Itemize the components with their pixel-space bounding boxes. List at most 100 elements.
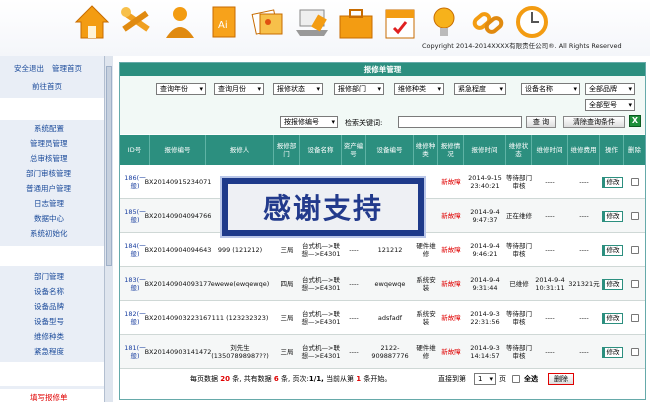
cell-repair-no: BX20140904094643 [144, 246, 212, 254]
home-icon[interactable] [72, 2, 112, 42]
cell-device-no: 121212 [377, 246, 403, 254]
cell-cost: ---- [579, 178, 589, 186]
repair-type-select[interactable]: 维修种类 [394, 83, 444, 95]
col-person[interactable]: 报修人 [206, 135, 274, 165]
row-checkbox[interactable] [630, 348, 639, 356]
panel-title: 报修单管理 [120, 63, 645, 76]
col-repair-status[interactable]: 报修情况 [438, 135, 464, 165]
goto-page-select[interactable]: 1 [474, 373, 496, 385]
dept-select[interactable]: 报修部门 [334, 83, 384, 95]
col-id[interactable]: ID号 [120, 135, 150, 165]
col-dept[interactable]: 报修部门 [274, 135, 300, 165]
briefcase-icon[interactable] [336, 2, 376, 42]
col-maint-status[interactable]: 维修状态 [506, 135, 532, 165]
cell-repair-status: 新故障 [441, 178, 461, 186]
edit-button[interactable]: 修改 [601, 210, 623, 222]
col-repair-no[interactable]: 报修编号 [150, 135, 206, 165]
sidebar-item-system-config[interactable]: 系统配置 [34, 123, 64, 134]
edit-button[interactable]: 修改 [601, 346, 623, 358]
row-checkbox[interactable] [630, 178, 639, 186]
logout-link[interactable]: 安全退出 [14, 63, 44, 74]
cell-cost: ---- [579, 212, 589, 220]
edit-button[interactable]: 修改 [601, 244, 623, 256]
link-icon[interactable] [468, 2, 508, 42]
goto-suffix: 页 [499, 375, 506, 383]
cell-device-no: 2122-909887776 [371, 344, 409, 360]
col-repair-type[interactable]: 维修种类 [414, 135, 438, 165]
delete-button[interactable]: 删除 [548, 373, 574, 385]
sidebar-item-device-brand[interactable]: 设备品牌 [34, 301, 64, 312]
row-checkbox[interactable] [630, 212, 639, 220]
month-select[interactable]: 查询月份 [214, 83, 264, 95]
cell-asset: ---- [349, 314, 359, 322]
clear-filters-button[interactable]: 清除查询条件 [563, 116, 625, 128]
sidebar-item-system-init[interactable]: 系统初始化 [30, 228, 68, 239]
table-row: 183(一般) BX20140904093177 ewewe(ewqewqe) 四局台… [120, 267, 645, 301]
overlay-inner: 感谢支持 [228, 184, 418, 230]
edit-button[interactable]: 修改 [601, 176, 623, 188]
tools-icon[interactable] [116, 2, 156, 42]
laptop-icon[interactable] [292, 2, 332, 42]
clock-icon[interactable] [512, 2, 552, 42]
sidebar-item-device-model[interactable]: 设备型号 [34, 316, 64, 327]
sidebar-item-repair-type[interactable]: 维修种类 [34, 331, 64, 342]
lightbulb-icon[interactable] [424, 2, 464, 42]
front-home-link[interactable]: 前往首页 [32, 81, 62, 92]
excel-export-icon[interactable]: X [629, 115, 641, 127]
sidebar-item-chief-review[interactable]: 总审核管理 [30, 153, 68, 164]
col-asset[interactable]: 资产编号 [342, 135, 366, 165]
admin-home-link[interactable]: 管理首页 [52, 63, 82, 74]
sidebar-item-log-manage[interactable]: 日志管理 [34, 198, 64, 209]
calendar-icon[interactable] [380, 2, 420, 42]
table-header: ID号 报修编号 报修人 报修部门 设备名称 资产编号 设备编号 维修种类 报修… [120, 135, 645, 165]
sidebar-divider [0, 98, 104, 120]
goto-label: 直接到第 [438, 375, 466, 383]
cell-repair-no: BX20140903141472 [144, 348, 212, 356]
row-checkbox[interactable] [630, 280, 639, 288]
cell-repair-status: 新故障 [441, 280, 461, 288]
photos-icon[interactable] [248, 2, 288, 42]
repair-no-select[interactable]: 按报修编号 [280, 116, 338, 128]
edit-button[interactable]: 修改 [601, 312, 623, 324]
cell-person: 刘先生 (13507898987??) [211, 344, 269, 360]
sidebar-item-data-center[interactable]: 数据中心 [34, 213, 64, 224]
search-button[interactable]: 查 询 [526, 116, 556, 128]
sidebar-scrollbar[interactable] [104, 56, 113, 402]
col-cost[interactable]: 维修费用 [568, 135, 600, 165]
sidebar-item-urgency[interactable]: 紧急程度 [34, 346, 64, 357]
row-checkbox[interactable] [630, 314, 639, 322]
sidebar-item-dept-review[interactable]: 部门审核管理 [26, 168, 71, 179]
user-icon[interactable] [160, 2, 200, 42]
device-name-select[interactable]: 设备名称 [521, 83, 580, 95]
sidebar-item-dept-manage[interactable]: 部门管理 [34, 271, 64, 282]
top-icon-bar: Ai [72, 2, 556, 44]
cell-device-no: ewqewqe [374, 280, 406, 288]
year-select[interactable]: 查询年份 [156, 83, 206, 95]
sidebar-item-user-manage[interactable]: 普通用户管理 [26, 183, 71, 194]
cell-maint-status: 已维修 [509, 280, 529, 288]
document-icon[interactable]: Ai [204, 2, 244, 42]
scrollbar-thumb[interactable] [106, 66, 112, 266]
keyword-label: 检索关键词: [345, 119, 383, 127]
col-maint-time[interactable]: 维修时间 [532, 135, 568, 165]
urgency-select[interactable]: 紧急程度 [454, 83, 506, 95]
cell-repair-type: 系统安装 [416, 276, 436, 292]
col-repair-time[interactable]: 报修时间 [464, 135, 506, 165]
cell-asset: ---- [349, 246, 359, 254]
sidebar-item-fill-repair[interactable]: 填写报修单 [30, 392, 68, 403]
cell-repair-no: BX20140903223167 [144, 314, 212, 322]
model-select[interactable]: 全部型号 [585, 99, 635, 111]
select-all-label: 全选 [524, 375, 538, 383]
sidebar-item-admin-manage[interactable]: 管理员管理 [30, 138, 68, 149]
row-checkbox[interactable] [630, 246, 639, 254]
status-select[interactable]: 报修状态 [273, 83, 323, 95]
sidebar-item-device-name[interactable]: 设备名称 [34, 286, 64, 297]
sidebar: 安全退出 管理首页 前往首页 系统配置 管理员管理 总审核管理 部门审核管理 普… [0, 56, 113, 402]
brand-select[interactable]: 全部品牌 [585, 83, 635, 95]
col-device[interactable]: 设备名称 [300, 135, 342, 165]
select-all-checkbox[interactable] [512, 375, 520, 383]
col-device-no[interactable]: 设备编号 [366, 135, 414, 165]
keyword-input[interactable] [398, 116, 522, 128]
cell-device: 台式机—>联想—>E4301 [301, 276, 341, 292]
edit-button[interactable]: 修改 [601, 278, 623, 290]
